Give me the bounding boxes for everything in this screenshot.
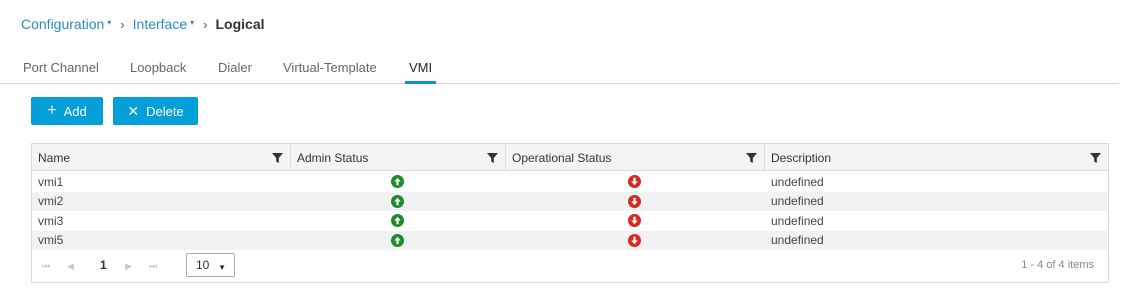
arrow-down-circle-icon <box>628 194 641 208</box>
cell-name: vmi3 <box>38 213 64 228</box>
breadcrumb-current: Logical <box>215 16 265 32</box>
breadcrumb: Configuration ▾ › Interface ▾ › Logical <box>21 14 265 34</box>
breadcrumb-configuration[interactable]: Configuration <box>21 16 104 32</box>
cell-admin-status <box>391 211 404 231</box>
table-header: Name Admin Status Operational Status Des… <box>32 144 1108 171</box>
delete-button[interactable]: ✕ Delete <box>113 97 198 125</box>
tab-virtual-template[interactable]: Virtual-Template <box>283 60 377 75</box>
cell-description: undefined <box>771 233 824 248</box>
delete-button-label: Delete <box>146 103 184 119</box>
column-header-description[interactable]: Description <box>765 144 1108 171</box>
pager-info: 1 - 4 of 4 items <box>1021 259 1094 271</box>
arrow-up-circle-icon <box>391 194 404 208</box>
prev-page-icon[interactable]: ◀ <box>67 261 74 272</box>
filter-icon[interactable] <box>1090 153 1101 163</box>
arrow-down-circle-icon <box>628 233 641 247</box>
first-page-icon[interactable]: ⏮ <box>42 261 50 272</box>
table-row[interactable]: vmi1 undefined <box>32 172 1108 192</box>
next-page-icon[interactable]: ▶ <box>125 261 132 272</box>
cell-operational-status <box>628 172 641 192</box>
pager: ⏮ ◀ 1 ▶ ⏭ 10 ▼ 1 - 4 of 4 items <box>32 251 1108 281</box>
tab-port-channel[interactable]: Port Channel <box>23 60 99 75</box>
vmi-table: Name Admin Status Operational Status Des… <box>31 143 1109 283</box>
arrow-down-circle-icon <box>628 214 641 228</box>
table-row[interactable]: vmi2 undefined <box>32 191 1108 212</box>
chevron-right-icon: › <box>203 16 208 32</box>
page-size-select[interactable]: 10 ▼ <box>186 253 235 277</box>
filter-icon[interactable] <box>272 153 283 163</box>
cell-description: undefined <box>771 174 824 189</box>
arrow-up-circle-icon <box>391 233 404 247</box>
cell-name: vmi1 <box>38 174 64 189</box>
cell-operational-status <box>628 231 641 251</box>
cell-description: undefined <box>771 213 824 228</box>
cell-description: undefined <box>771 194 824 209</box>
tab-loopback[interactable]: Loopback <box>130 60 186 75</box>
cell-name: vmi5 <box>38 233 64 248</box>
add-button-label: Add <box>63 103 87 119</box>
caret-down-icon[interactable]: ▾ <box>190 18 194 27</box>
filter-icon[interactable] <box>487 153 498 163</box>
filter-icon[interactable] <box>746 153 757 163</box>
last-page-icon[interactable]: ⏭ <box>149 261 157 272</box>
table-row[interactable]: vmi5 undefined <box>32 230 1108 251</box>
breadcrumb-interface[interactable]: Interface <box>133 16 187 32</box>
table-row[interactable]: vmi3 undefined <box>32 211 1108 231</box>
current-page-number[interactable]: 1 <box>100 258 107 272</box>
chevron-down-icon: ▼ <box>218 263 226 272</box>
add-button[interactable]: + Add <box>31 97 103 125</box>
tab-vmi[interactable]: VMI <box>404 60 437 84</box>
column-header-admin-status[interactable]: Admin Status <box>291 144 506 171</box>
cell-name: vmi2 <box>38 194 64 209</box>
cell-operational-status <box>628 211 641 231</box>
arrow-down-circle-icon <box>628 175 641 189</box>
cell-admin-status <box>391 172 404 192</box>
tab-dialer[interactable]: Dialer <box>218 60 252 75</box>
column-header-name[interactable]: Name <box>32 144 291 171</box>
plus-icon: + <box>47 102 57 119</box>
cell-operational-status <box>628 192 641 212</box>
chevron-right-icon: › <box>120 16 125 32</box>
arrow-up-circle-icon <box>391 175 404 189</box>
column-header-operational-status[interactable]: Operational Status <box>506 144 765 171</box>
arrow-up-circle-icon <box>391 214 404 228</box>
cell-admin-status <box>391 192 404 212</box>
cell-admin-status <box>391 231 404 251</box>
tab-bar: Port Channel Loopback Dialer Virtual-Tem… <box>0 52 1119 84</box>
page-size-value: 10 <box>196 258 210 272</box>
caret-down-icon[interactable]: ▾ <box>107 18 111 27</box>
close-icon: ✕ <box>127 103 140 119</box>
